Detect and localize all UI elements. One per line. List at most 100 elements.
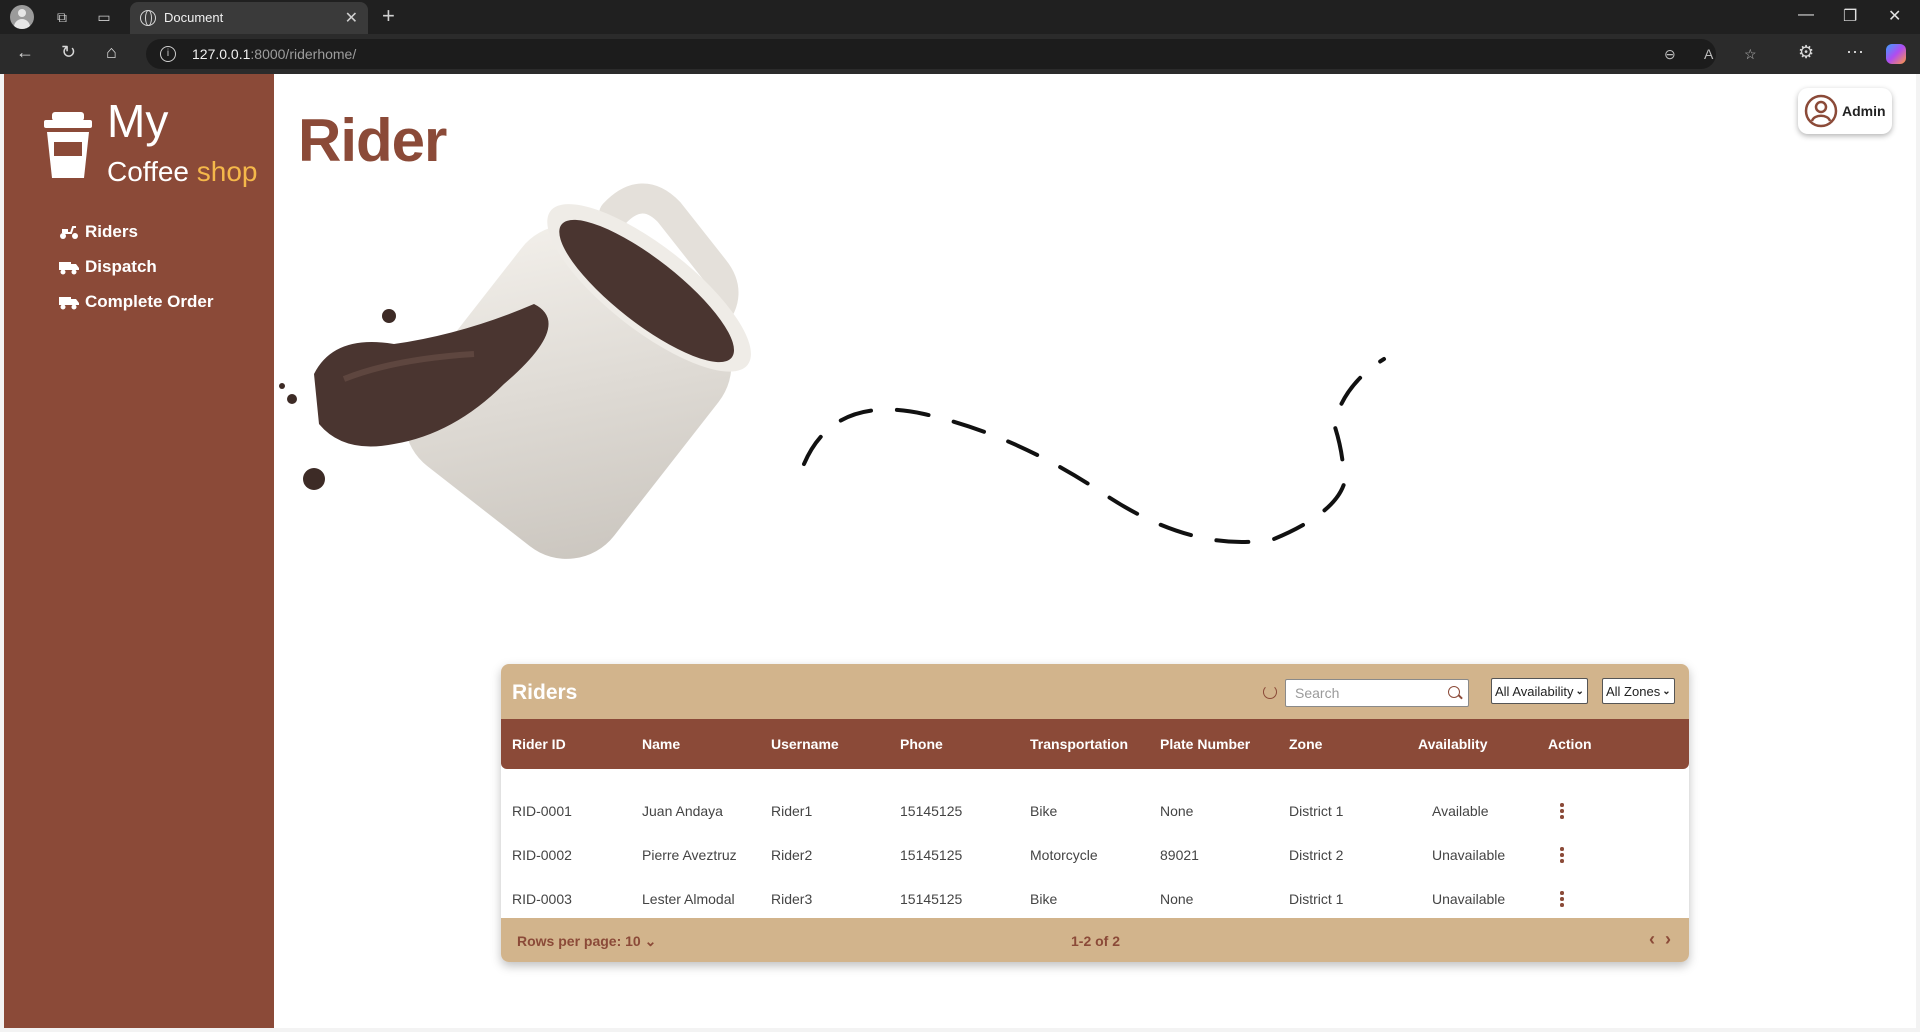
cell-transportation: Bike bbox=[1030, 891, 1058, 907]
browser-titlebar: ⧉ ▭ Document ✕ + — ❐ ✕ bbox=[0, 0, 1920, 34]
url-text: 127.0.0.1:8000/riderhome/ bbox=[192, 46, 357, 62]
cell-rider-id: RID-0002 bbox=[512, 847, 572, 863]
home-icon[interactable]: ⌂ bbox=[106, 42, 117, 63]
column-header: Transportation bbox=[1030, 736, 1129, 752]
column-header: Action bbox=[1548, 736, 1592, 752]
chevron-down-icon: ⌄ bbox=[644, 933, 657, 949]
cell-username: Rider2 bbox=[771, 847, 813, 863]
zone-filter-select[interactable]: All Zones ⌄ bbox=[1602, 678, 1675, 704]
sidebar-item-dispatch[interactable]: Dispatch bbox=[59, 254, 157, 280]
site-info-icon[interactable]: i bbox=[160, 46, 176, 62]
table-footer: Rows per page: 10 ⌄ 1-2 of 2 ‹ › bbox=[501, 918, 1689, 962]
cell-transportation: Bike bbox=[1030, 803, 1058, 819]
rows-per-page-select[interactable]: Rows per page: 10 ⌄ bbox=[517, 933, 656, 950]
page-viewport: My Coffee shop Riders Dispatch Complete … bbox=[4, 74, 1916, 1028]
cell-phone: 15145125 bbox=[900, 803, 963, 819]
refresh-icon[interactable] bbox=[1263, 685, 1277, 699]
window-close-icon[interactable]: ✕ bbox=[1888, 6, 1901, 26]
new-tab-icon[interactable]: + bbox=[382, 3, 395, 29]
admin-profile-button[interactable]: Admin bbox=[1798, 88, 1892, 134]
globe-icon bbox=[140, 10, 156, 26]
cell-zone: District 1 bbox=[1289, 803, 1344, 819]
sidebar-item-label: Riders bbox=[85, 222, 138, 241]
table-header-bar: Riders All Availability⌄ All Zones⌄ bbox=[501, 664, 1689, 719]
scooter-icon bbox=[60, 226, 78, 239]
cell-plate-number: None bbox=[1160, 803, 1194, 819]
table-column-headers: Rider ID Name Username Phone Transportat… bbox=[501, 719, 1689, 769]
cell-zone: District 2 bbox=[1289, 847, 1344, 863]
sidebar-item-complete-order[interactable]: Complete Order bbox=[59, 289, 213, 315]
column-header: Zone bbox=[1289, 736, 1323, 752]
cell-availability: Unavailable bbox=[1432, 847, 1506, 863]
tab-close-icon[interactable]: ✕ bbox=[345, 8, 358, 28]
sidebar-item-riders[interactable]: Riders bbox=[59, 219, 138, 245]
main-content: Rider Admin Riders Search All Availabili… bbox=[274, 74, 1916, 1028]
browser-toolbar: ← ↻ ⌂ i 127.0.0.1:8000/riderhome/ ⊖ A ☆ … bbox=[0, 34, 1920, 74]
availability-filter-select[interactable]: All Availability ⌄ bbox=[1491, 678, 1588, 704]
column-header: Username bbox=[771, 736, 839, 752]
truck-icon bbox=[59, 297, 79, 310]
minimize-icon[interactable]: — bbox=[1798, 6, 1814, 24]
availability-filter-value: All Availability bbox=[1495, 683, 1574, 699]
favorite-star-icon[interactable]: ☆ bbox=[1744, 46, 1757, 63]
more-menu-icon[interactable]: ⋯ bbox=[1846, 42, 1864, 63]
cell-name: Pierre Aveztruz bbox=[642, 847, 737, 863]
cell-name: Juan Andaya bbox=[642, 803, 723, 819]
row-actions-kebab-icon[interactable] bbox=[1555, 845, 1569, 865]
cell-username: Rider1 bbox=[771, 803, 813, 819]
cell-phone: 15145125 bbox=[900, 891, 963, 907]
search-input[interactable] bbox=[1286, 680, 1436, 706]
zoom-icon[interactable]: ⊖ bbox=[1664, 46, 1676, 63]
cell-rider-id: RID-0001 bbox=[512, 803, 572, 819]
cell-username: Rider3 bbox=[771, 891, 813, 907]
column-header: Name bbox=[642, 736, 681, 752]
cell-zone: District 1 bbox=[1289, 891, 1344, 907]
table-row: RID-0001 Juan Andaya Rider1 15145125 Bik… bbox=[501, 789, 1689, 833]
zone-filter-value: All Zones bbox=[1606, 683, 1661, 699]
chevron-down-icon: ⌄ bbox=[1662, 685, 1671, 697]
truck-icon bbox=[59, 262, 79, 275]
riders-table-card: Riders All Availability⌄ All Zones⌄ Ride… bbox=[501, 664, 1689, 962]
admin-label: Admin bbox=[1842, 103, 1886, 119]
cell-availability: Available bbox=[1432, 803, 1489, 819]
chevron-down-icon: ⌄ bbox=[1575, 685, 1584, 697]
tab-actions-icon[interactable]: ▭ bbox=[94, 8, 114, 26]
workspaces-icon[interactable]: ⧉ bbox=[52, 8, 72, 26]
address-bar[interactable]: i 127.0.0.1:8000/riderhome/ ⊖ A ☆ bbox=[146, 39, 1757, 69]
pagination-info: 1-2 of 2 bbox=[1071, 933, 1121, 949]
user-avatar-icon bbox=[1804, 94, 1838, 128]
row-actions-kebab-icon[interactable] bbox=[1555, 889, 1569, 909]
cell-plate-number: None bbox=[1160, 891, 1194, 907]
browser-tab[interactable]: Document ✕ bbox=[130, 2, 368, 34]
cell-phone: 15145125 bbox=[900, 847, 963, 863]
prev-page-icon[interactable]: ‹ bbox=[1649, 929, 1655, 950]
sidebar: My Coffee shop Riders Dispatch Complete … bbox=[4, 74, 274, 1028]
cell-transportation: Motorcycle bbox=[1030, 847, 1098, 863]
column-header: Rider ID bbox=[512, 736, 566, 752]
cell-plate-number: 89021 bbox=[1160, 847, 1199, 863]
logo-text-my: My bbox=[107, 95, 169, 147]
row-actions-kebab-icon[interactable] bbox=[1555, 801, 1569, 821]
sidebar-item-label: Dispatch bbox=[85, 257, 157, 276]
extensions-icon[interactable]: ⚙ bbox=[1798, 42, 1814, 63]
coffee-mug-illustration bbox=[279, 183, 1386, 559]
restore-icon[interactable]: ❐ bbox=[1843, 6, 1857, 26]
cell-name: Lester Almodal bbox=[642, 891, 735, 907]
next-page-icon[interactable]: › bbox=[1665, 929, 1671, 950]
read-aloud-icon[interactable]: A bbox=[1704, 46, 1713, 62]
copilot-icon[interactable] bbox=[1886, 44, 1906, 64]
column-header: Plate Number bbox=[1160, 736, 1251, 752]
profile-icon[interactable] bbox=[10, 5, 34, 29]
table-row: RID-0003 Lester Almodal Rider3 15145125 … bbox=[501, 877, 1689, 921]
logo-text-coffee: Coffee shop bbox=[107, 156, 258, 187]
table-row: RID-0002 Pierre Aveztruz Rider2 15145125… bbox=[501, 833, 1689, 877]
refresh-icon[interactable]: ↻ bbox=[61, 42, 76, 63]
search-box bbox=[1285, 679, 1469, 707]
column-header: Phone bbox=[900, 736, 943, 752]
coffee-cup-logo-icon bbox=[44, 112, 92, 178]
tab-title: Document bbox=[164, 10, 224, 25]
column-header: Availablity bbox=[1418, 736, 1488, 752]
cell-availability: Unavailable bbox=[1432, 891, 1506, 907]
back-icon[interactable]: ← bbox=[16, 42, 34, 63]
search-icon[interactable] bbox=[1448, 686, 1460, 698]
